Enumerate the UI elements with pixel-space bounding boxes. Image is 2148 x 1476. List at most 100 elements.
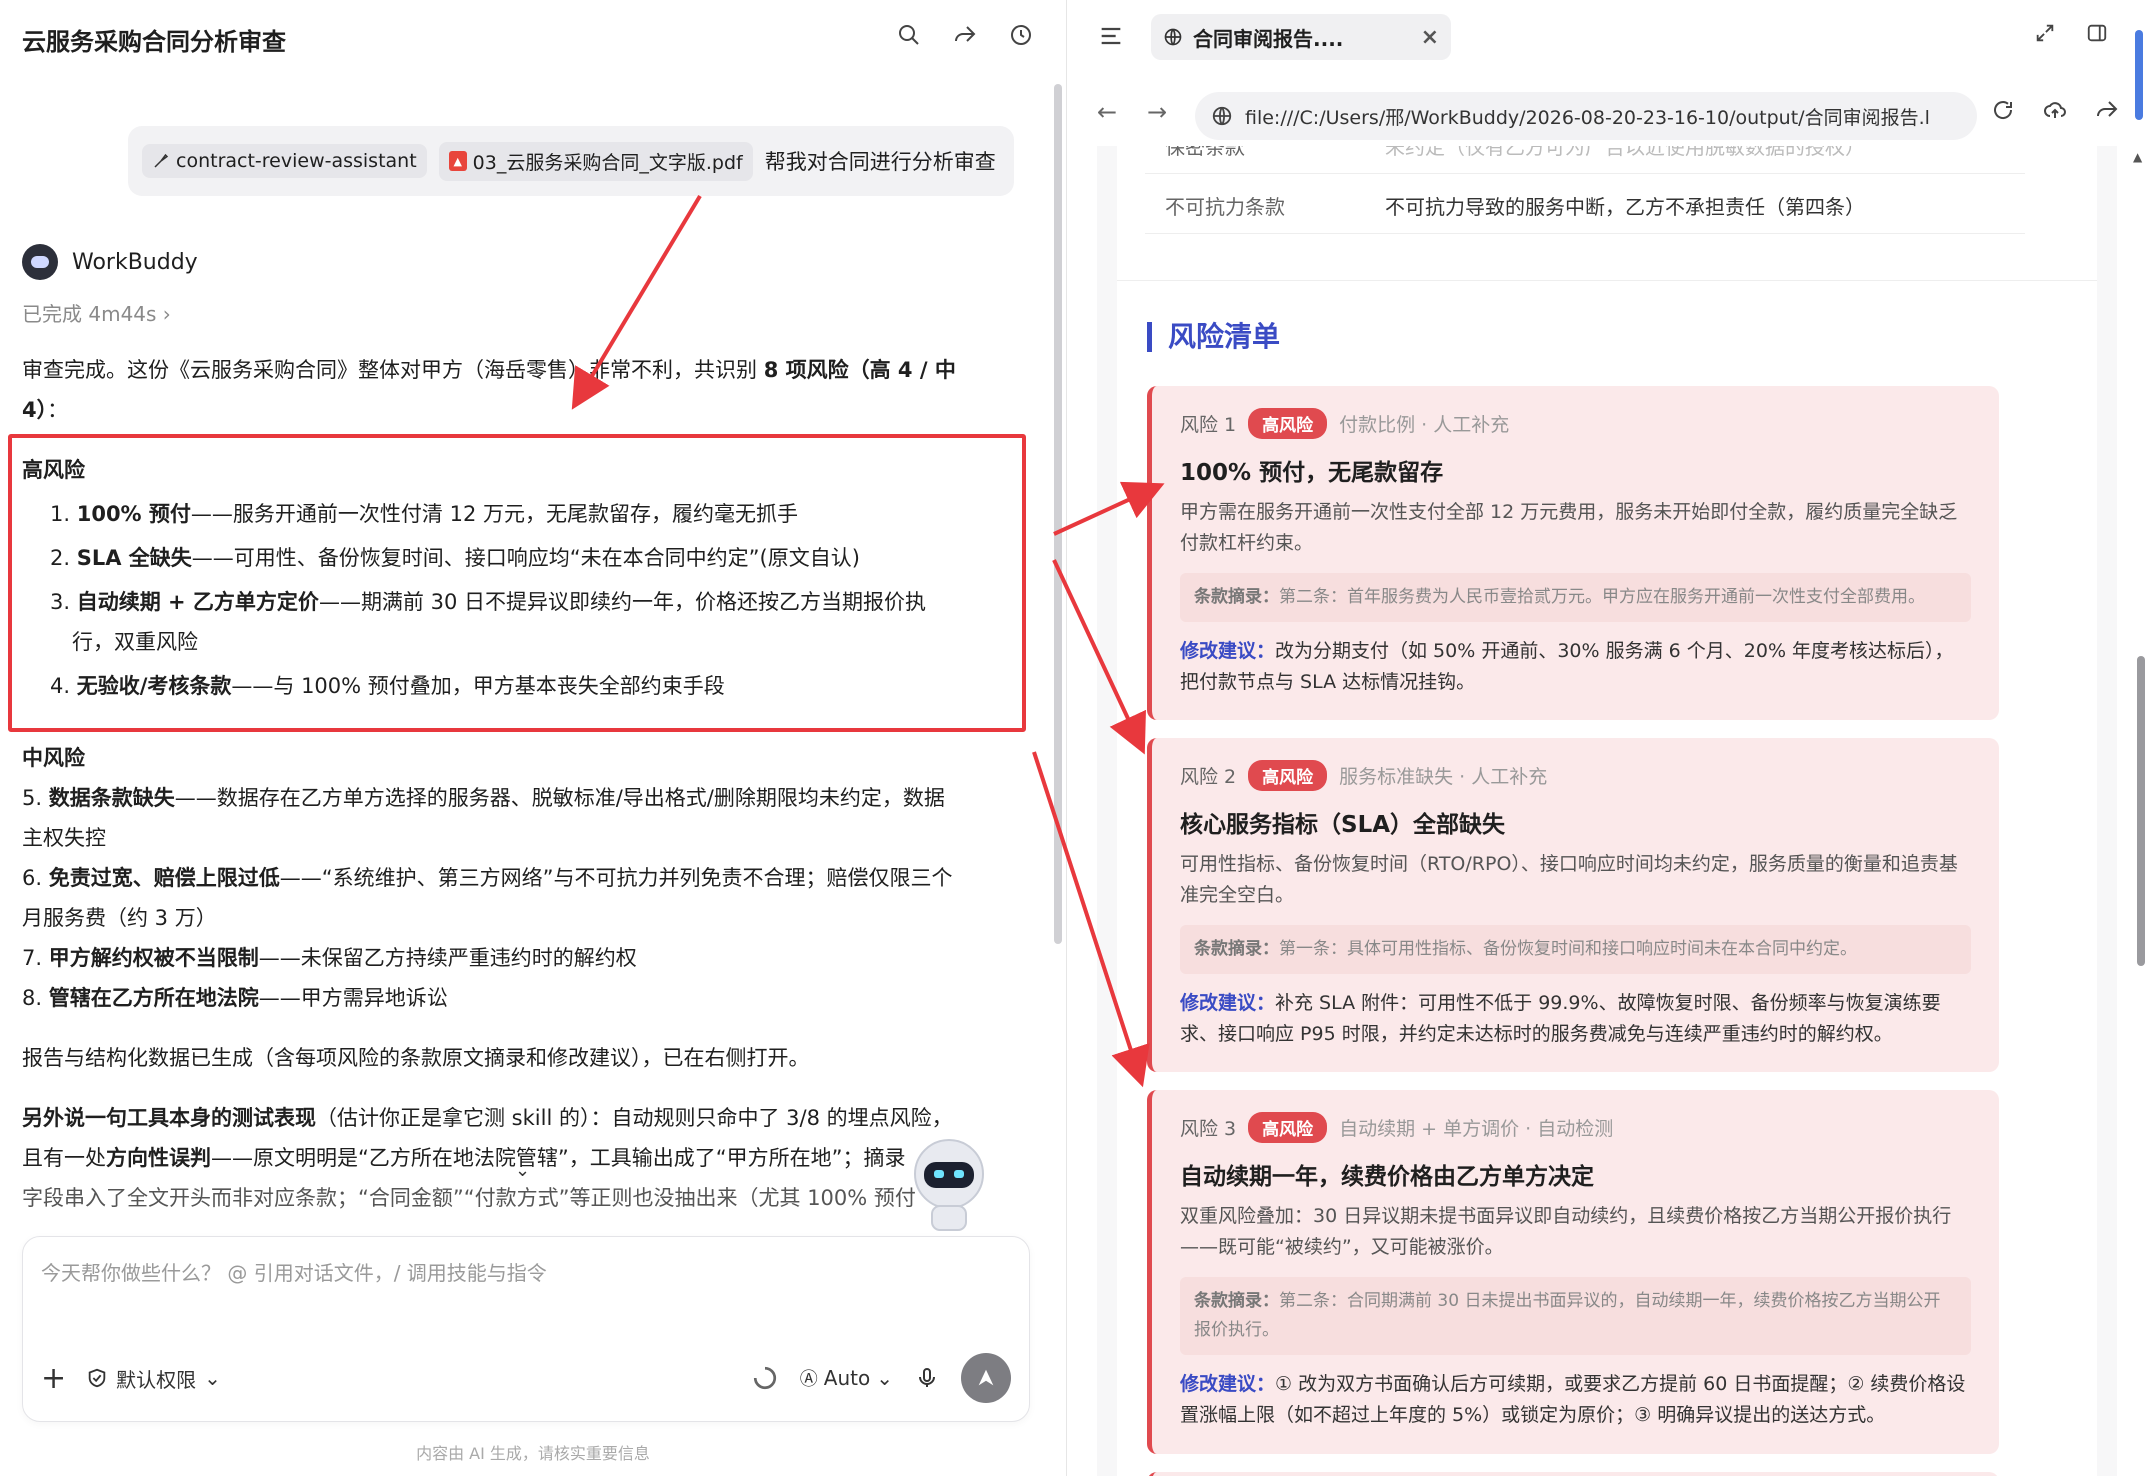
user-message-bubble: contract-review-assistant ▲ 03_云服务采购合同_文… <box>128 126 1014 196</box>
risk-card-next <box>1147 1472 1999 1476</box>
list-item: 5. 数据条款缺失——数据存在乙方单方选择的服务器、脱敏标准/导出格式/删除期限… <box>22 786 945 810</box>
mid-risk-heading: 中风险 <box>22 746 85 770</box>
history-clock-icon[interactable] <box>1006 20 1036 50</box>
risk-level-badge: 高风险 <box>1248 1112 1328 1143</box>
scroll-up-icon[interactable]: ▲ <box>2133 150 2142 164</box>
risk-description: 甲方需在服务开通前一次性支付全部 12 万元费用，服务未开始即付全款，履约质量完… <box>1180 501 1958 554</box>
share-icon[interactable] <box>2095 98 2119 122</box>
list-item-continuation: 月服务费（约 3 万） <box>22 906 217 930</box>
risk-suggestion: 修改建议：改为分期支付（如 50% 开通前、30% 服务满 6 个月、20% 年… <box>1180 640 1954 693</box>
skill-chip-label: contract-review-assistant <box>176 150 417 172</box>
page-scrollbar[interactable] <box>2137 656 2145 966</box>
risk-description: 双重风险叠加：30 日异议期未提书面异议即自动续约，且续费价格按乙方当期公开报价… <box>1180 1205 1952 1258</box>
list-item: 8. 管辖在乙方所在地法院——甲方需异地诉讼 <box>22 986 448 1010</box>
risk-meta: 服务标准缺失 · 人工补充 <box>1339 766 1548 788</box>
reload-icon[interactable] <box>1991 98 2015 122</box>
risk-level-badge: 高风险 <box>1248 760 1328 791</box>
address-bar: ← → file:///C:/Users/邢/WorkBuddy/2026-08… <box>1067 84 2148 146</box>
report-content: 保密条款 未约定（仅有乙方可为广告以近使用脱敏数据的授权） 不可抗力条款 不可抗… <box>1117 146 2097 1476</box>
screen: 云服务采购合同分析审查 contract-review-assistant ▲ … <box>0 0 2148 1476</box>
risk-header: 风险 3 高风险 自动续期 + 单方调价 · 自动检测 <box>1180 1112 1971 1143</box>
risk-number: 风险 3 <box>1180 1118 1237 1140</box>
window-controls <box>2034 22 2108 44</box>
report-line: 报告与结构化数据已生成（含每项风险的条款原文摘录和修改建议），已在右侧打开。 <box>22 1046 810 1070</box>
risk-description: 可用性指标、备份恢复时间（RTO/RPO）、接口响应时间均未约定，服务质量的衡量… <box>1180 853 1958 906</box>
chat-input[interactable]: 今天帮你做些什么？ @ 引用对话文件，/ 调用技能与指令 + 默认权限 ⌄ Ⓐ … <box>22 1236 1030 1422</box>
reply-intro: 审查完成。这份《云服务采购合同》整体对甲方（海岳零售）非常不利，共识别 8 项风… <box>22 350 1022 430</box>
url-input[interactable]: file:///C:/Users/邢/WorkBuddy/2026-08-20-… <box>1195 92 1977 140</box>
permission-label: 默认权限 <box>116 1367 197 1392</box>
model-label: Auto <box>823 1366 871 1390</box>
risk-header: 风险 2 高风险 服务标准缺失 · 人工补充 <box>1180 760 1971 791</box>
risk-card: 风险 1 高风险 付款比例 · 人工补充 100% 预付，无尾款留存 甲方需在服… <box>1147 386 1999 720</box>
assistant-avatar <box>22 244 58 280</box>
tab-bar: 合同审阅报告.... × <box>1067 0 2148 80</box>
close-icon[interactable]: × <box>1421 25 1439 50</box>
risk-suggestion: 修改建议：补充 SLA 附件：可用性不低于 99.9%、故障恢复时限、备份频率与… <box>1180 992 1941 1045</box>
globe-icon <box>1212 106 1232 126</box>
intro-colon: ： <box>47 398 69 422</box>
search-icon[interactable] <box>894 20 924 50</box>
highlight-box <box>8 434 1026 732</box>
forward-arrow-icon[interactable]: → <box>1147 98 1167 126</box>
skill-icon <box>154 153 169 168</box>
header-actions <box>894 20 1036 50</box>
chevron-right-icon: › <box>162 302 171 326</box>
risk-title: 100% 预付，无尾款留存 <box>1180 460 1444 486</box>
risk-header: 风险 1 高风险 付款比例 · 人工补充 <box>1180 408 1971 439</box>
chat-input-placeholder[interactable]: 今天帮你做些什么？ @ 引用对话文件，/ 调用技能与指令 <box>41 1257 547 1286</box>
divider <box>1117 280 2097 281</box>
browser-pane: 合同审阅报告.... × ← → file:///C:/Users/邢/Work… <box>1067 0 2148 1476</box>
risk-title: 自动续期一年，续费价格由乙方单方决定 <box>1180 1164 1594 1190</box>
risk-suggestion: 修改建议：① 改为双方书面确认后方可续期，或要求乙方提前 60 日书面提醒；② … <box>1180 1373 1966 1426</box>
permission-selector[interactable]: 默认权限 ⌄ <box>86 1364 221 1393</box>
send-arrow-icon <box>978 1369 994 1386</box>
share-icon[interactable] <box>950 20 980 50</box>
section-title: 风险清单 <box>1147 322 1280 352</box>
chat-scrollbar[interactable] <box>1054 84 1062 944</box>
list-item-continuation: 主权失控 <box>22 826 106 850</box>
scroll-down-icon[interactable]: ⌄ <box>515 1160 530 1181</box>
risk-card: 风险 3 高风险 自动续期 + 单方调价 · 自动检测 自动续期一年，续费价格由… <box>1147 1090 1999 1454</box>
table-row: 保密条款 未约定（仅有乙方可为广告以近使用脱敏数据的授权） <box>1145 146 2025 174</box>
tab-report[interactable]: 合同审阅报告.... × <box>1151 14 1451 60</box>
mid-risk-list: 中风险 5. 数据条款缺失——数据存在乙方单方选择的服务器、脱敏标准/导出格式/… <box>22 738 1022 1218</box>
risk-level-badge: 高风险 <box>1248 408 1328 439</box>
risk-number: 风险 2 <box>1180 766 1237 788</box>
conversation-title: 云服务采购合同分析审查 <box>22 28 286 56</box>
add-icon[interactable]: + <box>41 1361 66 1396</box>
microphone-icon[interactable] <box>915 1366 939 1390</box>
model-icon: Ⓐ <box>799 1369 818 1390</box>
robot-mascot-icon[interactable] <box>904 1134 994 1234</box>
run-status-text: 已完成 4m44s <box>22 302 157 326</box>
risk-number: 风险 1 <box>1180 414 1237 436</box>
risk-clause: 条款摘录：第一条：具体可用性指标、备份恢复时间和接口响应时间未在本合同中约定。 <box>1180 925 1971 974</box>
table-key: 保密条款 <box>1165 146 1245 159</box>
chevron-down-icon: ⌄ <box>204 1366 221 1390</box>
assistant-name: WorkBuddy <box>72 249 198 275</box>
risk-card: 风险 2 高风险 服务标准缺失 · 人工补充 核心服务指标（SLA）全部缺失 可… <box>1147 738 1999 1072</box>
upload-icon[interactable] <box>2043 98 2067 122</box>
file-chip[interactable]: ▲ 03_云服务采购合同_文字版.pdf <box>438 141 753 181</box>
loading-spinner-icon <box>753 1366 776 1390</box>
tab-title: 合同审阅报告.... <box>1193 26 1344 51</box>
extra-note-line1: 另外说一句工具本身的测试表现（估计你正是拿它测 skill 的）：自动规则只命中… <box>22 1106 953 1130</box>
risk-clause: 条款摘录：第二条：合同期满前 30 日未提出书面异议的，自动续期一年，续费价格按… <box>1180 1277 1971 1355</box>
back-arrow-icon[interactable]: ← <box>1097 98 1117 126</box>
model-selector[interactable]: Ⓐ Auto ⌄ <box>800 1365 893 1391</box>
assistant-header: WorkBuddy <box>22 244 198 280</box>
report-page[interactable]: 保密条款 未约定（仅有乙方可为广告以近使用脱敏数据的授权） 不可抗力条款 不可抗… <box>1097 146 2117 1476</box>
skill-chip[interactable]: contract-review-assistant <box>142 144 427 178</box>
url-text: file:///C:/Users/邢/WorkBuddy/2026-08-20-… <box>1245 106 1930 129</box>
extra-note-line3: 字段串入了全文开头而非对应条款；“合同金额”“付款方式”等正则也没抽出来（尤其 … <box>22 1186 916 1210</box>
chat-pane: 云服务采购合同分析审查 contract-review-assistant ▲ … <box>0 0 1066 1476</box>
sidebar-toggle-icon[interactable] <box>2086 22 2108 44</box>
list-item: 6. 免责过宽、赔偿上限过低——“系统维护、第三方网络”与不可抗力并列免责不合理… <box>22 866 953 890</box>
intro-text: 审查完成。这份《云服务采购合同》整体对甲方（海岳零售）非常不利，共识别 <box>22 358 764 382</box>
send-button[interactable] <box>961 1353 1011 1403</box>
intro-count: 8 项风险（高 4 / 中 <box>763 358 956 382</box>
expand-icon[interactable] <box>2034 22 2056 44</box>
tabbar-scrollbar[interactable] <box>2135 30 2143 120</box>
menu-icon[interactable] <box>1097 22 1125 50</box>
run-status[interactable]: 已完成 4m44s › <box>22 298 171 327</box>
